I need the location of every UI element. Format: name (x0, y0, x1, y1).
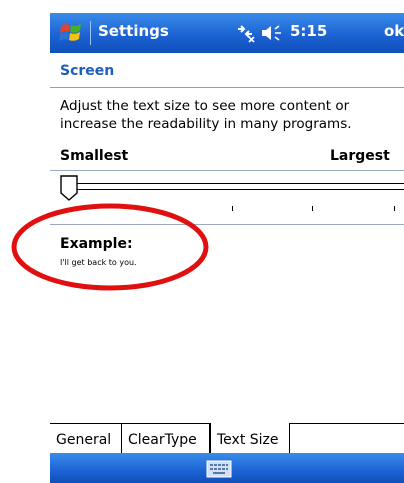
ok-button[interactable]: ok (384, 22, 404, 40)
tab-label: General (56, 432, 112, 448)
text-size-slider-track[interactable] (68, 183, 404, 190)
tab-label: ClearType (128, 432, 197, 448)
slider-tick (312, 206, 313, 211)
volume-icon[interactable] (260, 23, 284, 43)
tab-label: Text Size (217, 432, 279, 448)
tab-general[interactable]: General (50, 424, 122, 456)
connectivity-icon[interactable] (234, 23, 256, 43)
menu-bar (50, 453, 404, 483)
title-separator (90, 21, 91, 45)
divider (50, 170, 404, 171)
text-size-slider-thumb[interactable] (60, 175, 78, 201)
keyboard-icon[interactable] (206, 460, 232, 478)
page-header: Screen (50, 57, 404, 88)
slider-tick (394, 206, 395, 211)
tab-cleartype[interactable]: ClearType (122, 424, 210, 456)
slider-min-label: Smallest (60, 148, 129, 164)
title-bar: Settings 5:15 ok (50, 13, 404, 53)
description-text: Adjust the text size to see more content… (60, 98, 352, 132)
app-title: Settings (98, 22, 169, 40)
page-title: Screen (60, 63, 115, 79)
slider-tick (232, 206, 233, 211)
windows-flag-icon[interactable] (58, 19, 84, 47)
slider-max-label: Largest (330, 148, 390, 164)
clock[interactable]: 5:15 (290, 22, 327, 40)
highlight-ellipse (11, 203, 209, 291)
